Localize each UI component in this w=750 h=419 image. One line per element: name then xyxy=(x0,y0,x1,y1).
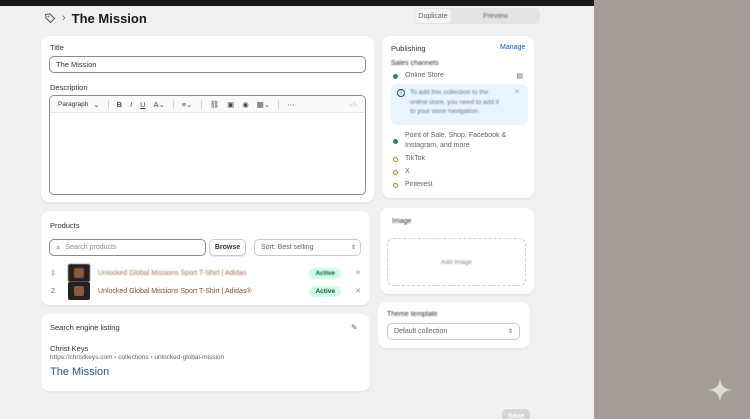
sales-channels-label: Sales channels xyxy=(391,60,439,67)
channel-name: TikTok xyxy=(405,155,425,162)
collection-tag-icon[interactable] xyxy=(44,12,56,24)
toolbar-divider xyxy=(107,99,109,109)
background-panel xyxy=(594,0,750,419)
product-thumbnail xyxy=(68,264,90,282)
bold-icon[interactable]: B xyxy=(117,100,122,109)
sort-select[interactable]: Sort: Best selling ⇕ xyxy=(254,239,361,256)
table-icon[interactable]: ▦⌄ xyxy=(257,100,270,109)
align-icon[interactable]: ≡⌄ xyxy=(182,100,193,109)
header-actions: Duplicate Preview xyxy=(414,8,540,24)
toolbar-divider xyxy=(278,99,280,109)
page-title: The Mission xyxy=(71,10,147,26)
remove-icon[interactable]: ✕ xyxy=(341,287,361,295)
theme-template-select[interactable]: Default collection ⇕ xyxy=(387,323,520,340)
description-label: Description xyxy=(50,83,88,92)
info-banner-text: To add this collection to the online sto… xyxy=(410,89,499,115)
title-input[interactable]: The Mission xyxy=(49,56,366,73)
breadcrumb-chevron-icon: › xyxy=(62,12,66,24)
seo-url: https://christkeys.com › collections › u… xyxy=(50,354,225,361)
edit-icon[interactable]: ✎ xyxy=(351,323,358,332)
product-name[interactable]: Unlocked Global Missions Sport T-Shirt |… xyxy=(98,288,309,295)
product-name[interactable]: Unlocked Global Missions Sport T-Shirt |… xyxy=(98,270,309,277)
seo-store-name: Christ Keys xyxy=(50,344,89,353)
product-search-input[interactable]: ⌕ Search products xyxy=(49,239,206,256)
sort-label: Sort: Best selling xyxy=(261,244,314,251)
browse-button[interactable]: Browse xyxy=(209,239,246,256)
title-label: Title xyxy=(50,43,64,52)
product-row[interactable]: 1. Unlocked Global Missions Sport T-Shir… xyxy=(51,264,361,282)
seo-heading: Search engine listing xyxy=(50,323,120,332)
product-thumbnail xyxy=(68,282,90,300)
select-arrows-icon: ⇕ xyxy=(507,329,513,335)
more-icon[interactable]: ⋯ xyxy=(287,100,295,109)
duplicate-button[interactable]: Duplicate xyxy=(415,9,451,23)
calendar-icon[interactable]: ▤ xyxy=(516,72,523,80)
seo-title-link[interactable]: The Mission xyxy=(50,366,109,378)
sparkle-icon xyxy=(708,378,732,402)
toolbar-divider xyxy=(200,99,202,109)
status-dot xyxy=(393,183,398,188)
select-arrows-icon: ⇕ xyxy=(350,245,356,251)
italic-icon[interactable]: I xyxy=(130,100,132,109)
image-label: Image xyxy=(392,218,412,225)
online-store-label: Online Store xyxy=(405,72,444,79)
image-icon[interactable]: ▣ xyxy=(227,100,234,109)
text-color-icon[interactable]: A⌄ xyxy=(154,100,165,109)
video-icon[interactable]: ◉ xyxy=(242,100,249,109)
remove-icon[interactable]: ✕ xyxy=(341,269,361,277)
description-editor[interactable]: Paragraph ⌄ B I U A⌄ ≡⌄ ⛓ ▣ ◉ ▦⌄ ⋯ ‹/› xyxy=(49,95,366,195)
channel-x[interactable]: X xyxy=(393,168,410,175)
underline-icon[interactable]: U xyxy=(140,100,145,109)
publishing-heading: Publishing xyxy=(391,44,426,53)
row-number: 1. xyxy=(51,269,57,277)
page-header: › The Mission xyxy=(44,8,147,28)
manage-link[interactable]: Manage xyxy=(500,44,525,51)
dismiss-icon[interactable]: ✕ xyxy=(514,88,520,96)
link-icon[interactable]: ⛓ xyxy=(210,100,220,109)
channel-name: Point of Sale, Shop, Facebook & Instagra… xyxy=(405,132,507,149)
channel-pos[interactable]: Point of Sale, Shop, Facebook & Instagra… xyxy=(393,131,518,151)
paragraph-format-select[interactable]: Paragraph xyxy=(58,101,88,108)
theme-template-label: Theme template xyxy=(387,311,438,318)
channel-name: X xyxy=(405,168,410,175)
search-placeholder: Search products xyxy=(65,244,117,251)
channel-tiktok[interactable]: TikTok xyxy=(393,155,425,162)
add-image-text: Add image xyxy=(440,258,473,266)
code-view-icon[interactable]: ‹/› xyxy=(350,100,357,109)
product-row[interactable]: 2. Unlocked Global Missions Sport T-Shir… xyxy=(51,282,361,300)
image-dropzone[interactable]: Add image xyxy=(387,238,526,286)
editor-toolbar: Paragraph ⌄ B I U A⌄ ≡⌄ ⛓ ▣ ◉ ▦⌄ ⋯ ‹/› xyxy=(50,96,365,113)
status-dot xyxy=(393,170,398,175)
status-badge: Active xyxy=(309,285,341,297)
status-badge: Active xyxy=(309,267,341,279)
online-store-channel[interactable]: Online Store ▤ xyxy=(393,72,523,80)
status-dot xyxy=(393,74,398,79)
toolbar-divider xyxy=(172,99,174,109)
save-button[interactable]: Save xyxy=(502,409,530,419)
channel-name: Pinterest xyxy=(405,181,433,188)
status-dot xyxy=(393,139,398,144)
info-icon: i xyxy=(397,89,405,97)
chevron-down-icon[interactable]: ⌄ xyxy=(93,100,99,109)
channel-pinterest[interactable]: Pinterest xyxy=(393,181,433,188)
theme-template-value: Default collection xyxy=(394,328,448,335)
products-heading: Products xyxy=(50,221,80,230)
row-number: 2. xyxy=(51,287,57,295)
preview-button[interactable]: Preview xyxy=(451,13,540,20)
status-dot xyxy=(393,157,398,162)
search-icon: ⌕ xyxy=(56,242,61,252)
